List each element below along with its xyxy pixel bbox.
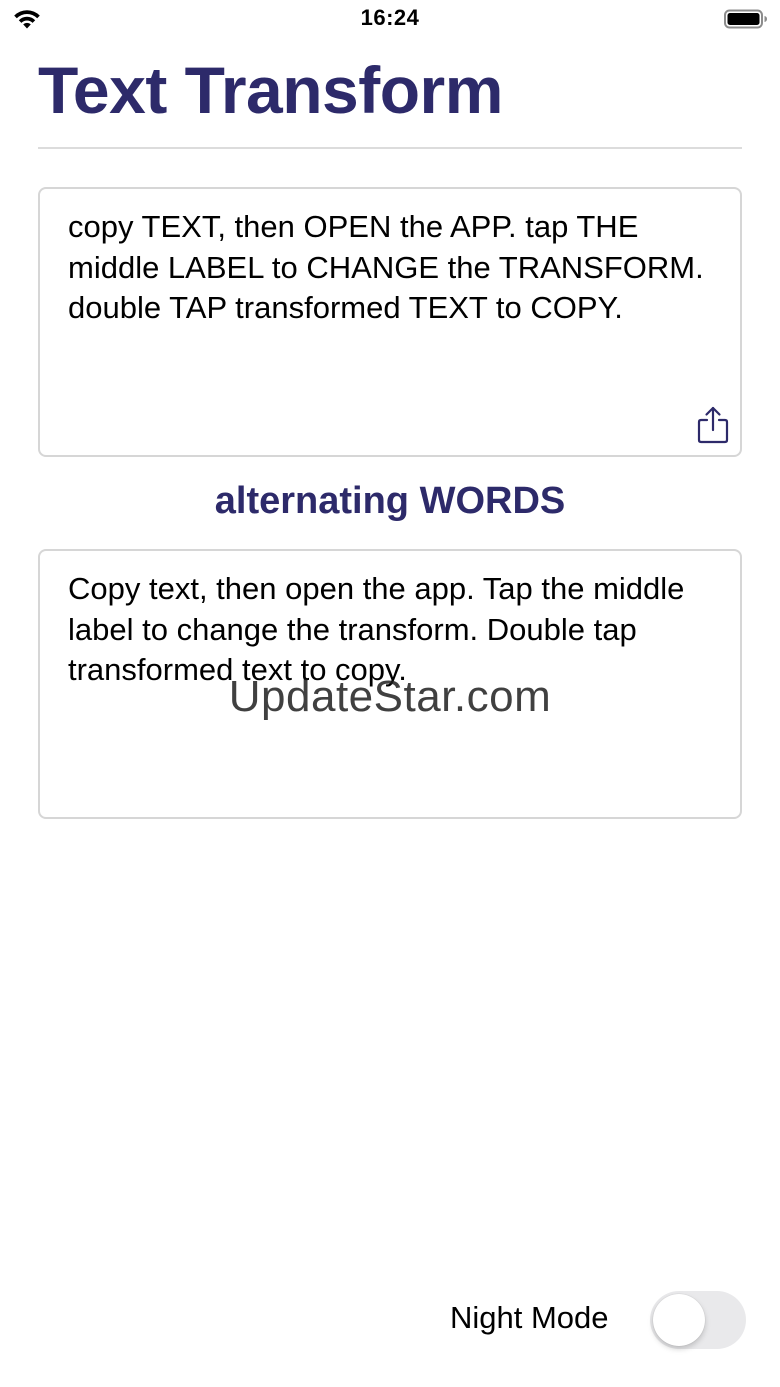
page-title: Text Transform [38,53,503,127]
status-bar: 16:24 [0,0,780,40]
night-mode-toggle[interactable] [650,1291,746,1349]
toggle-knob [653,1294,705,1346]
title-divider [38,147,742,149]
watermark: UpdateStar.com [228,672,552,721]
input-text-box[interactable]: copy TEXT, then OPEN the APP. tap THE mi… [38,187,742,457]
status-time: 16:24 [360,5,420,30]
input-text[interactable]: copy TEXT, then OPEN the APP. tap THE mi… [68,207,728,329]
battery-icon [724,9,767,29]
night-mode-label: Night Mode [450,1300,609,1335]
share-icon[interactable] [696,405,730,445]
transform-label[interactable]: alternating WORDS [0,480,780,523]
